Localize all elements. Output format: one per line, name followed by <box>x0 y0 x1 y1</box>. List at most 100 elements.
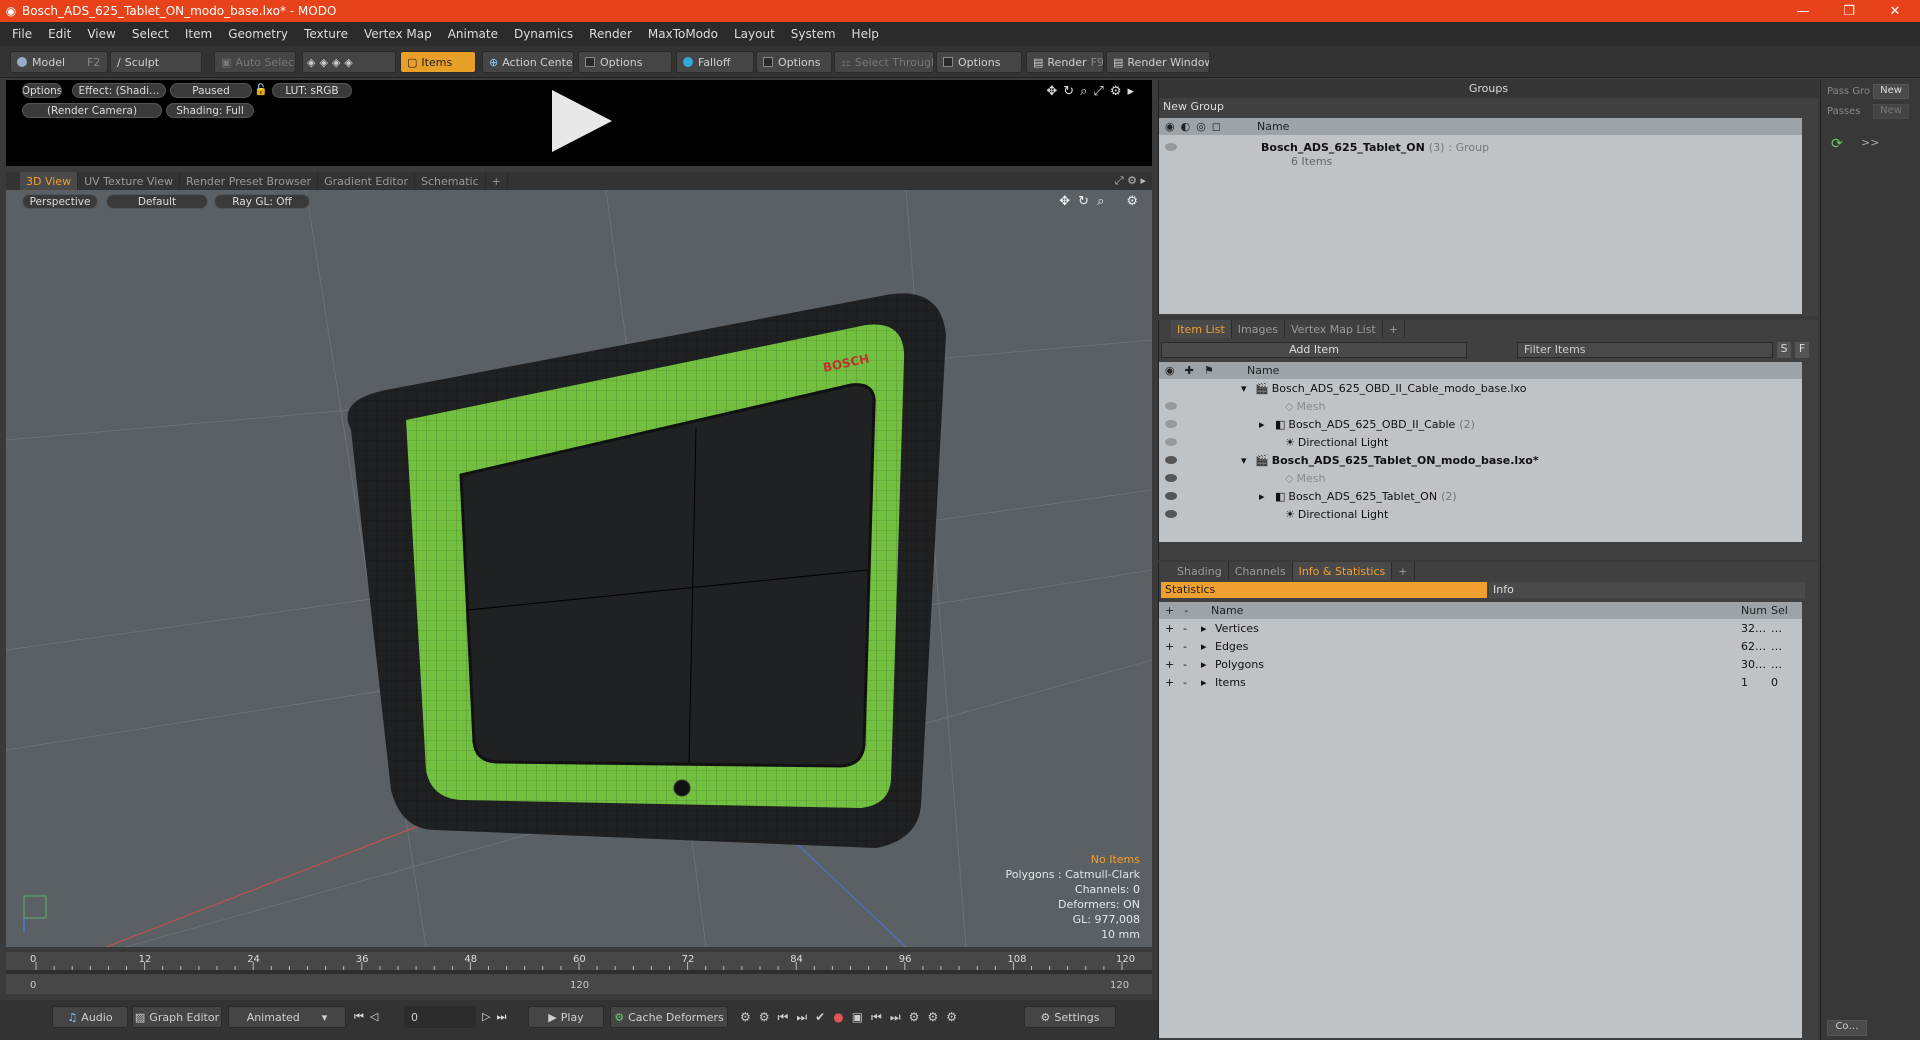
zoom-icon[interactable]: ⌕ <box>1080 84 1087 99</box>
add-icon[interactable]: + <box>1159 622 1183 635</box>
table-row[interactable]: + - ▸ Edges 62…… <box>1159 637 1802 655</box>
list-item[interactable]: ▸ ◧ Bosch_ADS_625_OBD_II_Cable (2) <box>1165 415 1475 433</box>
arrow-right-icon[interactable]: ▸ <box>1127 84 1134 99</box>
view-panel-icons[interactable]: ⤢ ⚙ ▸ <box>1115 174 1146 188</box>
remove-icon[interactable]: - <box>1183 658 1201 671</box>
polygons-mode-icon[interactable]: ◈ <box>332 56 340 69</box>
lut-dropdown[interactable]: LUT: sRGB <box>272 83 352 98</box>
menu-view[interactable]: View <box>79 27 123 41</box>
new-pass-group-button[interactable]: New <box>1873 84 1909 99</box>
list-item[interactable]: ☀ Directional Light <box>1165 433 1388 451</box>
refresh-icon[interactable]: ⟳ <box>1831 136 1843 152</box>
menu-edit[interactable]: Edit <box>40 27 79 41</box>
render-button[interactable]: ▤ Render F9 <box>1026 51 1104 73</box>
menu-layout[interactable]: Layout <box>726 27 783 41</box>
last-frame-icon[interactable]: ⏭ <box>496 1010 506 1024</box>
menu-texture[interactable]: Texture <box>296 27 356 41</box>
menu-dynamics[interactable]: Dynamics <box>506 27 581 41</box>
next-icon[interactable]: ⏭ <box>890 1010 901 1025</box>
list-item[interactable]: ▾ 🎬 Bosch_ADS_625_OBD_II_Cable_modo_base.l… <box>1241 379 1526 397</box>
list-item[interactable]: ◇ Mesh <box>1165 397 1325 415</box>
expand-arrow-icon[interactable]: ▸ <box>1201 676 1215 689</box>
tab-render-preset-browser[interactable]: Render Preset Browser <box>180 172 319 190</box>
action-center-options-button[interactable]: Options <box>578 51 672 73</box>
tab-3d-view[interactable]: 3D View <box>20 172 79 190</box>
zoom-icon[interactable]: ⌕ <box>1097 194 1104 209</box>
f-filter-button[interactable]: F <box>1795 342 1809 358</box>
preview-options-button[interactable]: Options <box>22 83 62 98</box>
maximize-button[interactable]: ❐ <box>1826 0 1872 22</box>
expand-icon[interactable]: ⤢ <box>1093 84 1103 99</box>
visibility-eye-icon[interactable] <box>1165 474 1177 482</box>
menu-system[interactable]: System <box>783 27 844 41</box>
visibility-eye-icon[interactable] <box>1165 143 1177 151</box>
statistics-tab[interactable]: Statistics <box>1161 582 1487 598</box>
expand-arrow-icon[interactable]: ▸ <box>1201 622 1215 635</box>
add-icon[interactable]: + <box>1159 676 1183 689</box>
menu-animate[interactable]: Animate <box>440 27 506 41</box>
filter-items-input[interactable]: Filter Items <box>1517 342 1773 358</box>
menu-help[interactable]: Help <box>844 27 887 41</box>
add-item-dropdown[interactable]: Add Item <box>1161 342 1467 358</box>
play-icon[interactable] <box>546 86 616 156</box>
key-icon[interactable]: ⚙ <box>759 1010 770 1025</box>
menu-item[interactable]: Item <box>177 27 220 41</box>
menu-file[interactable]: File <box>4 27 40 41</box>
new-pass-button[interactable]: New <box>1873 104 1909 119</box>
model-mode-button[interactable]: Model F2 <box>10 51 108 73</box>
table-row[interactable]: + - ▸ Vertices 32…… <box>1159 619 1802 637</box>
first-frame-icon[interactable]: ⏮ <box>354 1010 364 1024</box>
expand-arrow-icon[interactable]: ▾ <box>1241 382 1255 395</box>
audio-button[interactable]: ♫ Audio <box>52 1006 128 1028</box>
gear-icon[interactable]: ⚙ <box>1110 84 1122 99</box>
close-button[interactable]: ✕ <box>1872 0 1918 22</box>
visibility-eye-icon[interactable] <box>1165 438 1177 446</box>
key-icon[interactable]: ⚙ <box>740 1010 751 1025</box>
list-item[interactable]: ▾ 🎬 Bosch_ADS_625_Tablet_ON_modo_base.lxo* <box>1165 451 1539 469</box>
action-center-button[interactable]: ⊕ Action Center <box>482 51 574 73</box>
key-prev-icon[interactable]: ⏮ <box>778 1010 789 1025</box>
camera-dropdown[interactable]: (Render Camera) <box>22 103 162 118</box>
vertices-mode-icon[interactable]: ◈ <box>307 56 315 69</box>
remove-icon[interactable]: - <box>1183 622 1201 635</box>
tool-icon[interactable]: ⚙ <box>946 1010 957 1025</box>
tool-icon[interactable]: ⚙ <box>927 1010 938 1025</box>
expand-arrow-icon[interactable]: ▸ <box>1201 658 1215 671</box>
lock-icon[interactable]: 🔓 <box>254 83 268 96</box>
perspective-dropdown[interactable]: Perspective <box>22 194 98 209</box>
3d-viewport[interactable]: BOSCH Perspective Default Ray GL: Off ✥ … <box>6 190 1152 947</box>
tab-shading[interactable]: Shading <box>1171 562 1229 580</box>
rotate-icon[interactable]: ↻ <box>1078 194 1089 209</box>
key-next-icon[interactable]: ⏭ <box>796 1010 807 1025</box>
animated-dropdown[interactable]: Animated ▾ <box>228 1006 346 1028</box>
timeline[interactable]: 0 12 24 36 48 60 72 84 96 108 120 0 120 120 <box>6 952 1152 994</box>
menu-select[interactable]: Select <box>124 27 177 41</box>
tab-info-statistics[interactable]: Info & Statistics <box>1292 562 1393 580</box>
sculpt-mode-button[interactable]: ∕ Sculpt <box>110 51 202 73</box>
info-tab[interactable]: Info <box>1489 582 1805 598</box>
visibility-eye-icon[interactable] <box>1165 510 1177 518</box>
add-tab-button[interactable]: + <box>1383 320 1405 338</box>
remove-icon[interactable]: - <box>1183 676 1201 689</box>
play-button[interactable]: ▶ Play <box>528 1006 604 1028</box>
materials-mode-icon[interactable]: ◈ <box>344 56 352 69</box>
expand-arrow-icon[interactable]: ▸ <box>1201 640 1215 653</box>
current-frame-field[interactable]: 0 <box>404 1006 476 1028</box>
list-item[interactable]: ◇ Mesh <box>1165 469 1325 487</box>
prev-key-icon[interactable]: ◁ <box>370 1010 378 1024</box>
set-key-icon[interactable]: ✔ <box>815 1010 825 1025</box>
auto-select-button[interactable]: ▣ Auto Select <box>214 51 296 73</box>
expand-arrow-icon[interactable]: ▸ <box>1259 490 1275 503</box>
move-icon[interactable]: ✥ <box>1046 84 1057 99</box>
visibility-eye-icon[interactable] <box>1165 456 1177 464</box>
edges-mode-icon[interactable]: ◈ <box>319 56 327 69</box>
prev-icon[interactable]: ⏮ <box>871 1010 882 1025</box>
raygl-toggle[interactable]: Ray GL: Off <box>214 194 310 209</box>
list-item[interactable]: ▸ ◧ Bosch_ADS_625_Tablet_ON (2) <box>1165 487 1457 505</box>
add-tab-button[interactable]: + <box>486 172 508 190</box>
expand-arrow-icon[interactable]: ▾ <box>1241 454 1255 467</box>
remove-icon[interactable]: - <box>1183 640 1201 653</box>
tab-channels[interactable]: Channels <box>1229 562 1293 580</box>
expand-arrow-icon[interactable]: ▸ <box>1259 418 1275 431</box>
next-key-icon[interactable]: ▷ <box>482 1010 490 1024</box>
